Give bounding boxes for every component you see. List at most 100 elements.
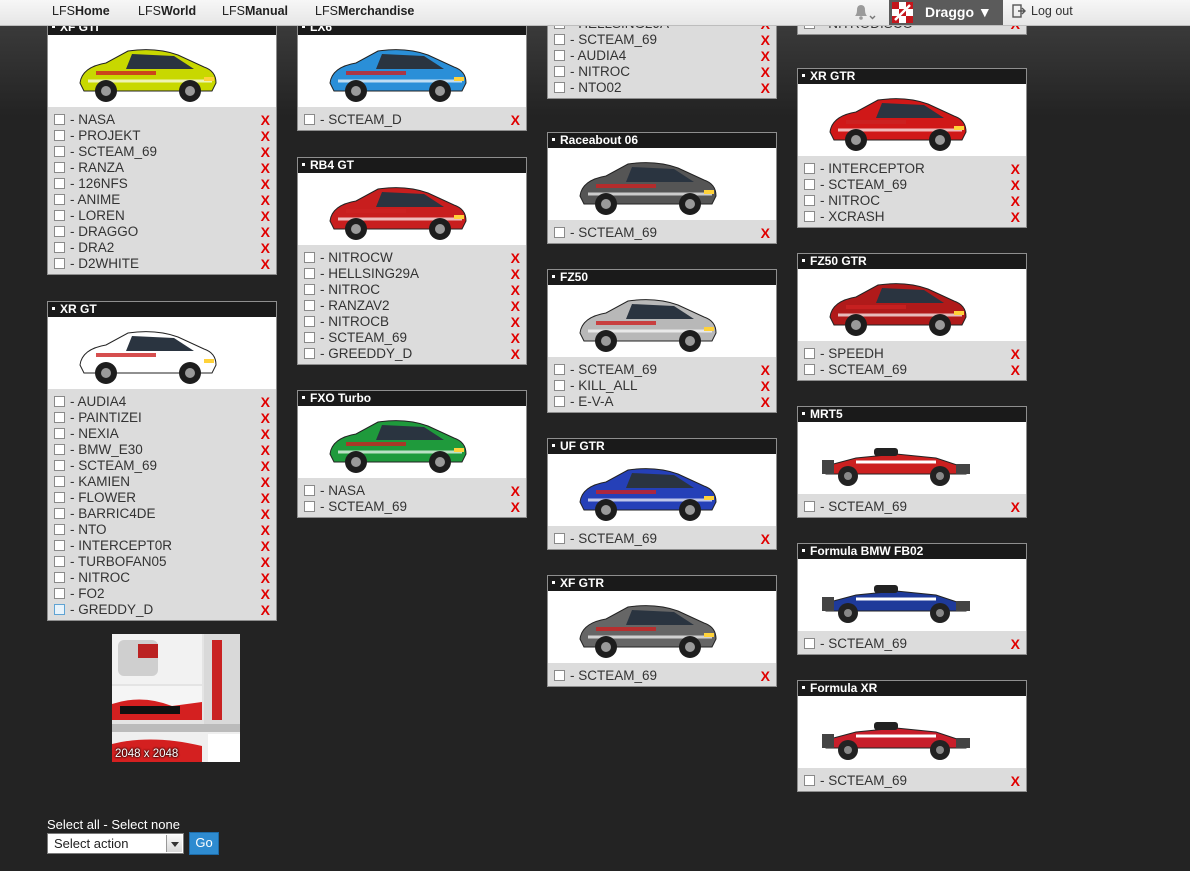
skin-checkbox[interactable] <box>54 194 65 205</box>
skin-name[interactable]: - SCTEAM_69 <box>70 458 157 474</box>
skin-name[interactable]: - SCTEAM_69 <box>570 32 657 48</box>
skin-name[interactable]: - SCTEAM_69 <box>320 330 407 346</box>
skin-texture-preview[interactable]: 2048 x 2048 <box>112 634 240 762</box>
skin-name[interactable]: - PAINTIZEI <box>70 410 142 426</box>
skin-name[interactable]: - GREEDDY_D <box>320 346 412 362</box>
skin-checkbox[interactable] <box>304 316 315 327</box>
skin-checkbox[interactable] <box>304 114 315 125</box>
skin-name[interactable]: - NITROC <box>320 282 380 298</box>
delete-skin-button[interactable]: X <box>1011 773 1020 789</box>
car-preview[interactable] <box>548 591 776 663</box>
skin-name[interactable]: - GREDDY_D <box>70 602 153 618</box>
skin-name[interactable]: - SCTEAM_69 <box>570 362 657 378</box>
delete-skin-button[interactable]: X <box>761 531 770 547</box>
skin-name[interactable]: - KAMIEN <box>70 474 130 490</box>
skin-checkbox[interactable] <box>554 670 565 681</box>
delete-skin-button[interactable]: X <box>511 499 520 515</box>
nav-link-manual[interactable]: LFSManual <box>222 4 288 18</box>
delete-skin-button[interactable]: X <box>261 442 270 458</box>
car-preview[interactable] <box>798 269 1026 341</box>
skin-checkbox[interactable] <box>54 146 65 157</box>
skin-name[interactable]: - RANZA <box>70 160 124 176</box>
skin-checkbox[interactable] <box>54 242 65 253</box>
skin-name[interactable]: - RANZAV2 <box>320 298 390 314</box>
delete-skin-button[interactable]: X <box>511 266 520 282</box>
car-preview[interactable] <box>798 559 1026 631</box>
go-button[interactable]: Go <box>189 832 219 855</box>
delete-skin-button[interactable]: X <box>511 282 520 298</box>
delete-skin-button[interactable]: X <box>261 112 270 128</box>
delete-skin-button[interactable]: X <box>761 48 770 64</box>
delete-skin-button[interactable]: X <box>261 176 270 192</box>
skin-checkbox[interactable] <box>54 428 65 439</box>
car-preview[interactable] <box>548 454 776 526</box>
skin-name[interactable]: - DRAGGO <box>70 224 138 240</box>
skin-checkbox[interactable] <box>804 775 815 786</box>
skin-name[interactable]: - BARRIC4DE <box>70 506 156 522</box>
skin-name[interactable]: - AUDIA4 <box>70 394 126 410</box>
skin-name[interactable]: - FLOWER <box>70 490 136 506</box>
delete-skin-button[interactable]: X <box>761 362 770 378</box>
notification-bell-icon[interactable] <box>852 3 876 21</box>
skin-name[interactable]: - NEXIA <box>70 426 119 442</box>
skin-name[interactable]: - DRA2 <box>70 240 114 256</box>
skin-checkbox[interactable] <box>54 604 65 615</box>
delete-skin-button[interactable]: X <box>261 256 270 272</box>
skin-checkbox[interactable] <box>804 163 815 174</box>
car-preview[interactable] <box>48 35 276 107</box>
skin-checkbox[interactable] <box>554 533 565 544</box>
skin-checkbox[interactable] <box>304 348 315 359</box>
car-preview[interactable] <box>48 317 276 389</box>
delete-skin-button[interactable]: X <box>261 586 270 602</box>
skin-checkbox[interactable] <box>804 638 815 649</box>
skin-name[interactable]: - SPEEDH <box>820 346 884 362</box>
skin-checkbox[interactable] <box>304 485 315 496</box>
delete-skin-button[interactable]: X <box>761 64 770 80</box>
car-preview[interactable] <box>798 84 1026 156</box>
skin-name[interactable]: - TURBOFAN05 <box>70 554 167 570</box>
skin-checkbox[interactable] <box>304 252 315 263</box>
skin-checkbox[interactable] <box>54 130 65 141</box>
skin-checkbox[interactable] <box>554 364 565 375</box>
car-preview[interactable] <box>548 285 776 357</box>
skin-name[interactable]: - NASA <box>320 483 365 499</box>
delete-skin-button[interactable]: X <box>261 410 270 426</box>
delete-skin-button[interactable]: X <box>261 570 270 586</box>
skin-name[interactable]: - HELLSING29A <box>320 266 419 282</box>
skin-name[interactable]: - SCTEAM_69 <box>570 531 657 547</box>
skin-name[interactable]: - NITROCB <box>320 314 389 330</box>
skin-checkbox[interactable] <box>804 179 815 190</box>
delete-skin-button[interactable]: X <box>261 522 270 538</box>
delete-skin-button[interactable]: X <box>261 240 270 256</box>
skin-name[interactable]: - D2WHITE <box>70 256 139 272</box>
skin-name[interactable]: - SCTEAM_69 <box>820 499 907 515</box>
skin-name[interactable]: - LOREN <box>70 208 125 224</box>
skin-name[interactable]: - NITROC <box>570 64 630 80</box>
car-preview[interactable] <box>298 173 526 245</box>
skin-name[interactable]: - SCTEAM_69 <box>320 499 407 515</box>
nav-link-world[interactable]: LFSWorld <box>138 4 196 18</box>
skin-checkbox[interactable] <box>54 508 65 519</box>
delete-skin-button[interactable]: X <box>1011 499 1020 515</box>
skin-checkbox[interactable] <box>554 227 565 238</box>
skin-checkbox[interactable] <box>804 364 815 375</box>
delete-skin-button[interactable]: X <box>761 394 770 410</box>
car-preview[interactable] <box>298 406 526 478</box>
skin-checkbox[interactable] <box>554 34 565 45</box>
delete-skin-button[interactable]: X <box>511 298 520 314</box>
skin-checkbox[interactable] <box>554 66 565 77</box>
delete-skin-button[interactable]: X <box>261 192 270 208</box>
skin-checkbox[interactable] <box>54 572 65 583</box>
delete-skin-button[interactable]: X <box>261 426 270 442</box>
skin-checkbox[interactable] <box>54 178 65 189</box>
delete-skin-button[interactable]: X <box>261 554 270 570</box>
skin-checkbox[interactable] <box>54 210 65 221</box>
skin-checkbox[interactable] <box>54 412 65 423</box>
skin-checkbox[interactable] <box>54 540 65 551</box>
skin-checkbox[interactable] <box>54 492 65 503</box>
skin-name[interactable]: - PROJEKT <box>70 128 141 144</box>
skin-name[interactable]: - SCTEAM_69 <box>820 773 907 789</box>
skin-name[interactable]: - NASA <box>70 112 115 128</box>
delete-skin-button[interactable]: X <box>261 490 270 506</box>
delete-skin-button[interactable]: X <box>261 144 270 160</box>
